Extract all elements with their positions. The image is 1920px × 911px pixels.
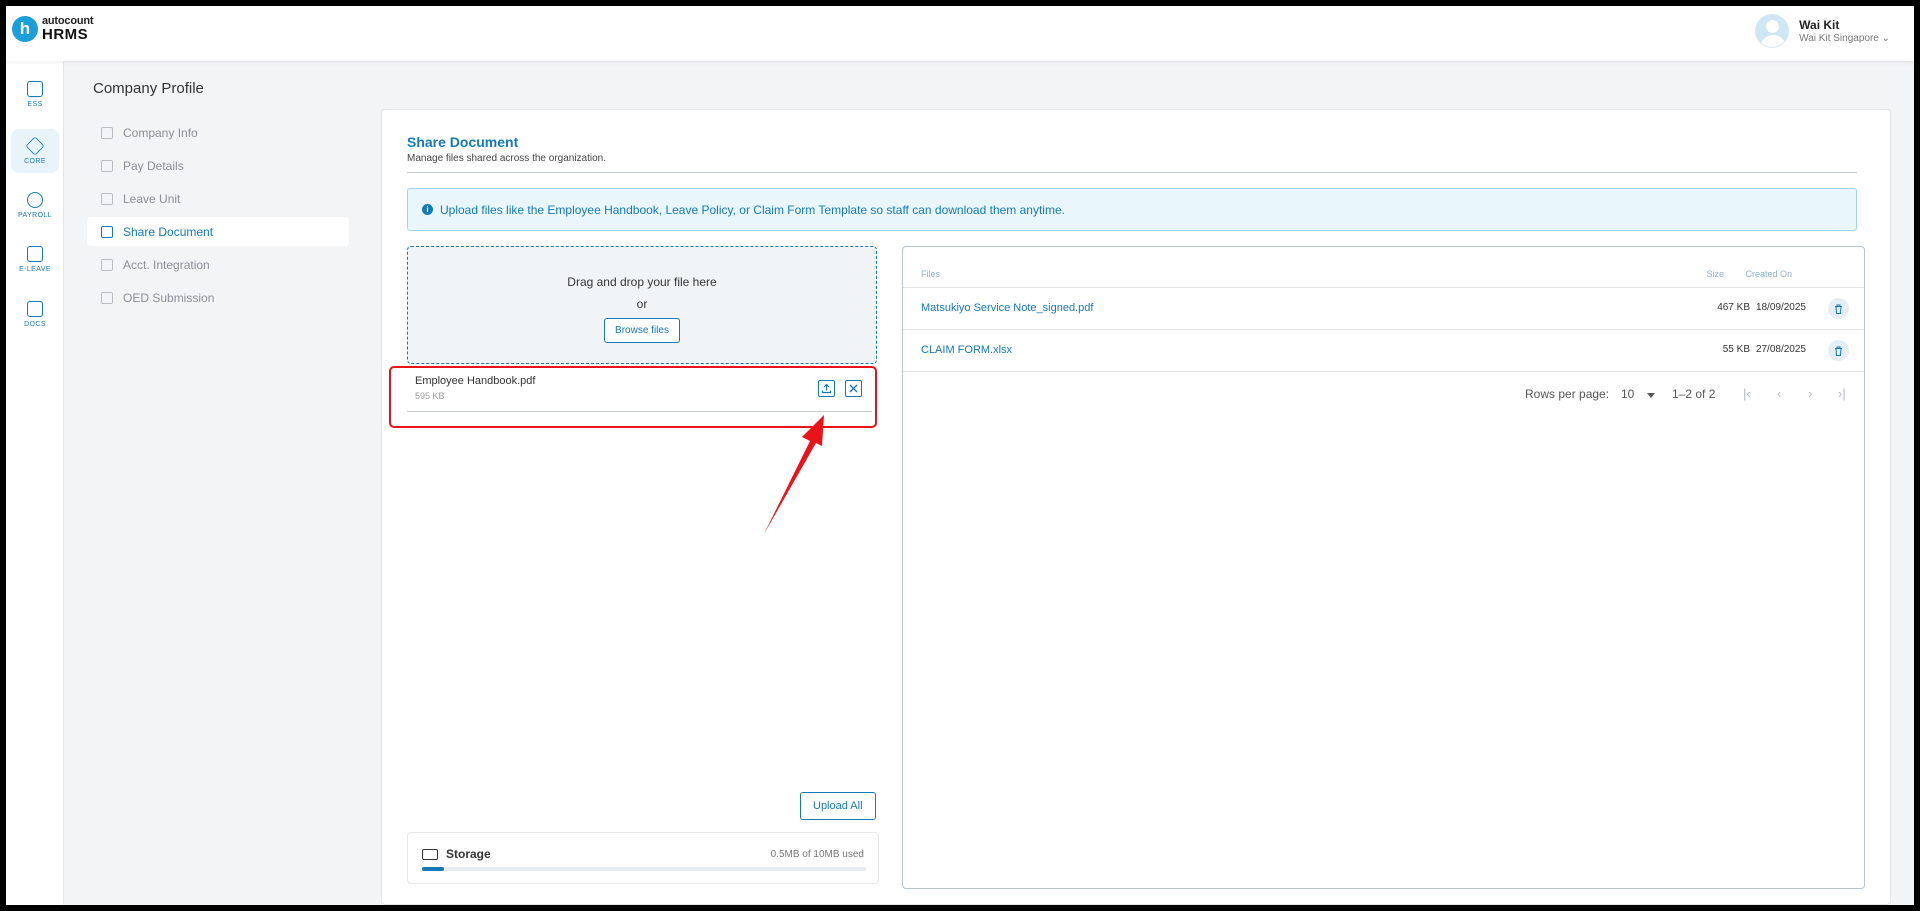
calendar-icon	[27, 245, 43, 262]
subnav-label: Acct. Integration	[123, 257, 210, 272]
rows-per-page-select[interactable]: 10	[1621, 387, 1634, 401]
chevron-down-icon[interactable]	[1647, 393, 1655, 398]
column-header-files: Files	[921, 269, 941, 279]
autocount-hrms-logo[interactable]: h autocount HRMS	[12, 16, 94, 43]
delete-file-button[interactable]	[1828, 340, 1849, 361]
annotation-arrow	[764, 415, 824, 534]
storage-progress-fill	[422, 867, 445, 871]
info-text: Upload files like the Employee Handbook,…	[440, 202, 1065, 217]
logo-icon: h	[12, 16, 38, 42]
top-bar: h autocount HRMS Wai Kit Wai Kit Singapo…	[6, 6, 1914, 61]
next-page-button[interactable]: ›	[1808, 386, 1812, 401]
avatar	[1755, 14, 1790, 48]
trash-icon	[1835, 304, 1842, 314]
files-table: Files Size Created On Matsukiyo Service …	[902, 246, 1865, 889]
api-icon	[101, 258, 113, 271]
rows-per-page-label: Rows per page:	[1525, 387, 1610, 401]
building-icon	[101, 126, 113, 139]
company-profile-nav: Company Info Pay Details Leave Unit Shar…	[87, 118, 349, 316]
subnav-label: Pay Details	[123, 158, 184, 173]
dropzone-or: or	[636, 297, 648, 311]
share-document-icon	[101, 225, 113, 238]
rail-label: DOCS	[24, 320, 46, 328]
subnav-item-leave-unit[interactable]: Leave Unit	[87, 184, 349, 213]
calendar-icon	[101, 192, 113, 205]
subnav-item-oed-submission[interactable]: OED Submission	[87, 283, 349, 312]
file-size: 55 KB	[1722, 344, 1750, 355]
subnav-item-pay-details[interactable]: Pay Details	[87, 151, 349, 180]
submission-icon	[101, 291, 113, 304]
pagination: Rows per page: 10 1–2 of 2 |‹ ‹ › ›|	[903, 386, 1864, 407]
rail-item-payroll[interactable]: PAYROLL	[11, 183, 59, 227]
previous-page-button[interactable]: ‹	[1777, 386, 1781, 401]
storage-panel: Storage 0.5MB of 10MB used	[407, 832, 879, 884]
file-link[interactable]: Matsukiyo Service Note_signed.pdf	[921, 302, 1093, 314]
storage-used-text: 0.5MB of 10MB used	[770, 849, 864, 860]
page-title: Company Profile	[93, 80, 204, 97]
column-header-size: Size	[1706, 269, 1724, 279]
rail-label: PAYROLL	[17, 211, 53, 219]
subnav-label: Leave Unit	[123, 191, 181, 206]
subnav-label: Share Document	[123, 224, 214, 239]
rail-item-e-leave[interactable]: E-LEAVE	[11, 237, 59, 281]
browse-files-button[interactable]: Browse files	[604, 318, 680, 343]
rail-item-docs[interactable]: DOCS	[11, 292, 59, 336]
subnav-item-acct-integration[interactable]: Acct. Integration	[87, 250, 349, 279]
module-rail: ESS CORE PAYROLL E-LEAVE DOCS	[6, 61, 64, 905]
payroll-icon	[27, 191, 43, 208]
file-created-on: 18/09/2025	[1755, 302, 1806, 313]
subnav-label: Company Info	[123, 125, 198, 140]
user-menu[interactable]: Wai Kit Wai Kit Singapore ⌄	[1755, 14, 1890, 48]
rail-label: CORE	[24, 157, 46, 165]
file-created-on: 27/08/2025	[1755, 344, 1806, 355]
subnav-item-share-document[interactable]: Share Document	[87, 217, 349, 246]
ess-icon	[27, 80, 43, 97]
rail-label: E-LEAVE	[19, 265, 51, 273]
rail-label: ESS	[27, 100, 43, 108]
subnav-item-company-info[interactable]: Company Info	[87, 118, 349, 147]
first-page-button[interactable]: |‹	[1743, 386, 1751, 401]
user-name: Wai Kit	[1799, 18, 1840, 32]
section-title: Share Document	[407, 134, 519, 150]
payslip-icon	[101, 159, 113, 172]
table-divider	[903, 371, 1864, 372]
column-header-created-on: Created On	[1745, 269, 1792, 279]
storage-progress-bar	[422, 867, 866, 871]
divider	[407, 172, 1857, 173]
file-link[interactable]: CLAIM FORM.xlsx	[921, 344, 1012, 356]
logo-big-text: HRMS	[42, 26, 89, 43]
info-icon: i	[422, 204, 433, 215]
docs-icon	[27, 300, 43, 317]
upload-all-button[interactable]: Upload All	[800, 792, 876, 820]
rail-item-core[interactable]: CORE	[11, 129, 59, 173]
storage-icon	[422, 849, 438, 860]
dropzone-title: Drag and drop your file here	[567, 275, 717, 289]
section-subtitle: Manage files shared across the organizat…	[407, 153, 607, 164]
delete-file-button[interactable]	[1828, 298, 1849, 319]
share-document-card: Share Document Manage files shared acros…	[381, 109, 1891, 905]
rail-item-ess[interactable]: ESS	[11, 72, 59, 116]
app-window: h autocount HRMS Wai Kit Wai Kit Singapo…	[6, 6, 1914, 905]
file-dropzone[interactable]: Drag and drop your file here or Browse f…	[407, 246, 877, 364]
info-banner: i Upload files like the Employee Handboo…	[407, 188, 1857, 231]
trash-icon	[1835, 346, 1842, 356]
table-row: Matsukiyo Service Note_signed.pdf 467 KB…	[903, 287, 1864, 329]
core-icon	[25, 135, 45, 156]
subnav-label: OED Submission	[123, 290, 215, 305]
page-range: 1–2 of 2	[1672, 387, 1716, 401]
last-page-button[interactable]: ›|	[1838, 386, 1846, 401]
storage-label: Storage	[446, 847, 491, 861]
company-switcher[interactable]: Wai Kit Singapore ⌄	[1799, 33, 1890, 44]
table-row: CLAIM FORM.xlsx 55 KB 27/08/2025	[903, 329, 1864, 371]
file-size: 467 KB	[1717, 302, 1750, 313]
